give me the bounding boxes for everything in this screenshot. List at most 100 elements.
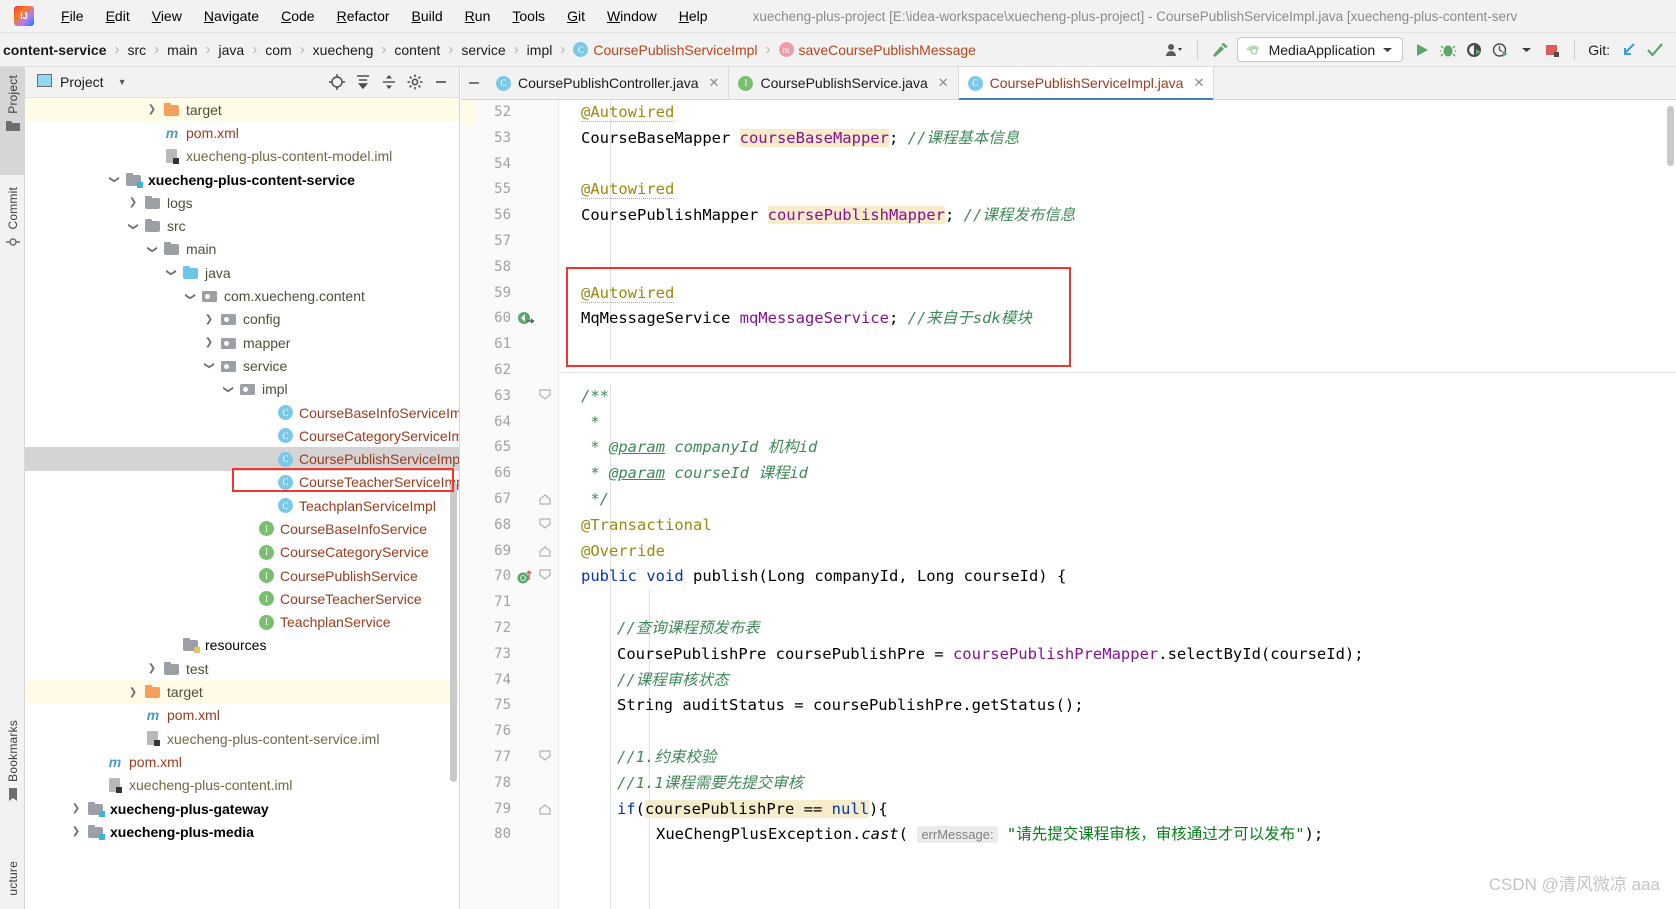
git-update-icon[interactable] [1616, 38, 1642, 62]
tab-course-publish-service-impl[interactable]: C CoursePublishServiceImpl.java ✕ [958, 67, 1215, 100]
tree-item-logs[interactable]: ❯ logs [25, 191, 459, 214]
tree-item-coursepublishserviceimpl[interactable]: ❯CCoursePublishServiceImpl [25, 447, 459, 471]
close-icon[interactable]: ✕ [1193, 75, 1204, 91]
chevron-right-icon[interactable]: ❯ [69, 826, 83, 837]
git-commit-icon[interactable] [1642, 38, 1668, 62]
menu-run[interactable]: Run [454, 5, 502, 27]
breadcrumb-item-main[interactable]: main [164, 40, 200, 60]
tree-item-xuecheng-plus-content-model-iml[interactable]: ❯xuecheng-plus-content-model.iml [25, 145, 459, 168]
sidebar-item-bookmarks[interactable]: Bookmarks [0, 712, 25, 834]
breadcrumb-item-com[interactable]: com [262, 40, 294, 60]
close-icon[interactable]: ✕ [938, 75, 949, 91]
menu-window[interactable]: Window [596, 5, 668, 27]
code-fold-end-icon[interactable] [539, 800, 553, 820]
chevron-down-icon[interactable]: ❯ [185, 289, 196, 303]
tree-item-pom-xml[interactable]: ❯mpom.xml [25, 121, 459, 144]
tree-item-xuecheng-plus-content-service[interactable]: ❯ xuecheng-plus-content-service [25, 168, 459, 191]
code-fold-open-icon[interactable] [539, 387, 553, 407]
project-panel-scrollbar[interactable] [450, 482, 457, 782]
menu-help[interactable]: Help [668, 5, 719, 27]
breadcrumb-item-service[interactable]: service [458, 40, 508, 60]
code-fold-end-icon[interactable] [539, 490, 553, 510]
tree-item-test[interactable]: ❯ test [25, 657, 459, 680]
chevron-right-icon[interactable]: ❯ [202, 337, 216, 348]
code-fold-end-icon[interactable] [539, 542, 553, 562]
chevron-right-icon[interactable]: ❯ [145, 104, 159, 115]
tree-item-xuecheng-plus-content-iml[interactable]: ❯xuecheng-plus-content.iml [25, 774, 459, 797]
tree-item-config[interactable]: ❯ config [25, 308, 459, 331]
run-with-coverage-icon[interactable] [1461, 38, 1487, 62]
editor-scrollbar[interactable] [1667, 106, 1674, 166]
override-method-icon[interactable]: O [517, 568, 535, 586]
chevron-down-icon[interactable]: ▼ [118, 77, 127, 87]
tree-item-teachplanserviceimpl[interactable]: ❯CTeachplanServiceImpl [25, 494, 459, 517]
tree-item-xuecheng-plus-media[interactable]: ❯ xuecheng-plus-media [25, 820, 459, 843]
breadcrumb-item-content-service[interactable]: content-service [0, 40, 109, 60]
menu-edit[interactable]: Edit [95, 5, 141, 27]
hide-tabs-icon[interactable] [461, 67, 487, 99]
menu-file[interactable]: File [50, 5, 95, 27]
code-fold-open-icon[interactable] [539, 748, 553, 768]
breadcrumb-item-xuecheng[interactable]: xuecheng [310, 40, 377, 60]
chevron-right-icon[interactable]: ❯ [126, 687, 140, 698]
sidebar-item-structure[interactable]: ucture [0, 857, 25, 909]
tree-item-src[interactable]: ❯ src [25, 214, 459, 237]
hide-panel-icon[interactable] [429, 71, 453, 93]
breadcrumb-item-java[interactable]: java [216, 40, 248, 60]
tree-item-coursebaseinfoserviceimp[interactable]: ❯CCourseBaseInfoServiceImp [25, 401, 459, 424]
menu-view[interactable]: View [141, 5, 193, 27]
debug-icon[interactable] [1435, 38, 1461, 62]
code-fold-open-icon[interactable] [539, 516, 553, 536]
menu-refactor[interactable]: Refactor [326, 5, 401, 27]
tree-item-xuecheng-plus-gateway[interactable]: ❯ xuecheng-plus-gateway [25, 797, 459, 820]
chevron-down-icon[interactable]: ❯ [128, 219, 139, 233]
chevron-down-icon[interactable]: ❯ [223, 382, 234, 396]
close-icon[interactable]: ✕ [709, 75, 720, 91]
sidebar-item-commit[interactable]: Commit [0, 179, 25, 287]
run-icon[interactable] [1409, 38, 1435, 62]
breadcrumb-item-method[interactable]: m saveCoursePublishMessage [776, 40, 979, 60]
tree-item-teachplanservice[interactable]: ❯ITeachplanService [25, 611, 459, 634]
tree-item-pom-xml[interactable]: ❯mpom.xml [25, 750, 459, 773]
breadcrumb-item-src[interactable]: src [124, 40, 149, 60]
hammer-icon[interactable] [1207, 38, 1233, 62]
tree-item-coursecategoryserviceim[interactable]: ❯CCourseCategoryServiceIm [25, 424, 459, 447]
locate-icon[interactable] [325, 71, 349, 93]
tree-item-impl[interactable]: ❯ impl [25, 378, 459, 401]
menu-code[interactable]: Code [270, 5, 325, 27]
chevron-right-icon[interactable]: ❯ [126, 197, 140, 208]
code-editor[interactable]: 52 53 54 55 56 57 58 59 60 61 62 63 64 65 66 67 68 69 70 O 7… [461, 100, 1676, 909]
tab-course-publish-service[interactable]: I CoursePublishService.java ✕ [729, 67, 959, 99]
tree-item-courseteacherserviceimp[interactable]: ❯CCourseTeacherServiceImp [25, 471, 459, 494]
tree-item-courseteacherservice[interactable]: ❯ICourseTeacherService [25, 587, 459, 610]
tree-item-pom-xml[interactable]: ❯mpom.xml [25, 704, 459, 727]
chevron-right-icon[interactable]: ❯ [202, 314, 216, 325]
chevron-right-icon[interactable]: ❯ [145, 663, 159, 674]
sidebar-item-project[interactable]: Project [0, 67, 25, 175]
tree-item-coursepublishservice[interactable]: ❯ICoursePublishService [25, 564, 459, 587]
tree-item-coursecategoryservice[interactable]: ❯ICourseCategoryService [25, 541, 459, 564]
tree-item-xuecheng-plus-content-service-iml[interactable]: ❯xuecheng-plus-content-service.iml [25, 727, 459, 750]
tree-item-mapper[interactable]: ❯ mapper [25, 331, 459, 354]
stop-icon[interactable] [1539, 38, 1565, 62]
breadcrumb-item-impl[interactable]: impl [524, 40, 556, 60]
tree-item-resources[interactable]: ❯resources [25, 634, 459, 657]
breadcrumb-item-content[interactable]: content [391, 40, 443, 60]
tree-item-java[interactable]: ❯ java [25, 261, 459, 284]
breadcrumb-item-class[interactable]: C CoursePublishServiceImpl [570, 40, 760, 60]
tree-item-service[interactable]: ❯ service [25, 354, 459, 377]
implementing-method-icon[interactable] [517, 310, 535, 328]
chevron-down-icon[interactable]: ❯ [204, 359, 215, 373]
chevron-down-icon[interactable]: ❯ [147, 242, 158, 256]
tab-course-publish-controller[interactable]: C CoursePublishController.java ✕ [487, 67, 730, 99]
chevron-down-icon[interactable]: ❯ [109, 173, 120, 187]
project-tree[interactable]: ❯target❯mpom.xml❯xuecheng-plus-content-m… [25, 98, 459, 909]
tree-item-com-xuecheng-content[interactable]: ❯ com.xuecheng.content [25, 284, 459, 307]
run-configuration-selector[interactable]: MediaApplication [1236, 37, 1404, 62]
chevron-down-icon[interactable]: ❯ [166, 266, 177, 280]
chevron-right-icon[interactable]: ❯ [69, 803, 83, 814]
settings-gear-icon[interactable] [403, 71, 427, 93]
tree-item-main[interactable]: ❯ main [25, 238, 459, 261]
code-text[interactable]: @Autowired CourseBaseMapper courseBaseMa… [559, 100, 1676, 909]
tree-item-target[interactable]: ❯ target [25, 98, 459, 122]
